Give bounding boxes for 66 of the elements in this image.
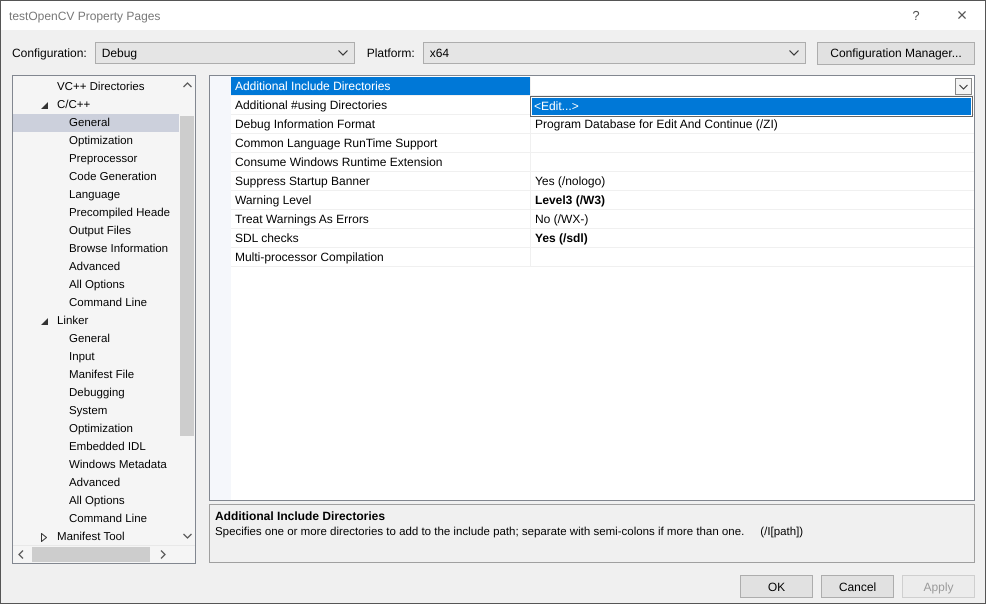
tree-item[interactable]: Debugging	[13, 384, 179, 402]
tree-item[interactable]: Manifest File	[13, 366, 179, 384]
tree-item[interactable]: Browse Information	[13, 240, 179, 258]
property-name[interactable]: Warning Level	[231, 191, 531, 209]
tree-item[interactable]: Optimization	[13, 132, 179, 150]
dropdown-button-icon[interactable]	[955, 78, 972, 95]
expanded-arrow-icon[interactable]	[41, 318, 48, 324]
switch-text: (/I[path])	[760, 526, 804, 538]
property-name[interactable]: SDL checks	[231, 229, 531, 247]
property-value: Level3 (/W3)	[535, 192, 606, 209]
configuration-label: Configuration:	[12, 46, 87, 60]
dropdown-option[interactable]: <Edit...>	[532, 98, 971, 115]
tree-item[interactable]: System	[13, 402, 179, 420]
collapsed-arrow-icon[interactable]	[41, 532, 47, 542]
tree-item[interactable]: Linker	[13, 312, 179, 330]
property-value: Yes (/nologo)	[535, 173, 606, 190]
scroll-up-icon[interactable]	[182, 82, 192, 88]
scroll-left-icon[interactable]	[18, 550, 24, 559]
tree-item[interactable]: Advanced	[13, 258, 179, 276]
platform-label: Platform:	[366, 46, 415, 60]
close-button[interactable]: ×	[939, 1, 985, 30]
tree-item[interactable]: Code Generation	[13, 168, 179, 186]
scroll-down-icon[interactable]	[182, 533, 192, 539]
window-title: testOpenCV Property Pages	[9, 8, 162, 22]
tree-item[interactable]: Output Files	[13, 222, 179, 240]
tree-item[interactable]: General	[13, 114, 179, 132]
platform-dropdown[interactable]: x64	[422, 42, 806, 64]
description-title: Additional Include Directories	[215, 509, 386, 523]
tree-item[interactable]: Command Line	[13, 510, 179, 528]
tree-item[interactable]: VC++ Directories	[13, 78, 179, 96]
tree-item[interactable]: Windows Metadata	[13, 456, 179, 474]
horizontal-scrollbar[interactable]	[13, 545, 195, 563]
tree-item[interactable]: All Options	[13, 276, 179, 294]
tree-item[interactable]: Embedded IDL	[13, 438, 179, 456]
scroll-right-icon[interactable]	[160, 550, 166, 559]
property-value: Yes (/sdl)	[535, 230, 588, 247]
property-name[interactable]: Consume Windows Runtime Extension	[231, 153, 531, 171]
tree-item[interactable]: Optimization	[13, 420, 179, 438]
tree-item[interactable]: Precompiled Heade	[13, 204, 179, 222]
tree-item[interactable]: All Options	[13, 492, 179, 510]
tree-item[interactable]: Command Line	[13, 294, 179, 312]
property-value: No (/WX-)	[535, 211, 588, 228]
property-name[interactable]: Suppress Startup Banner	[231, 172, 531, 190]
property-name[interactable]: Treat Warnings As Errors	[231, 210, 531, 228]
tree-item[interactable]: Language	[13, 186, 179, 204]
tree-item[interactable]: C/C++	[13, 96, 179, 114]
property-name[interactable]: Multi-processor Compilation	[231, 248, 531, 266]
configuration-dropdown[interactable]: Debug	[94, 42, 355, 64]
property-name[interactable]: Common Language RunTime Support	[231, 134, 531, 152]
chevron-down-icon	[789, 50, 799, 56]
help-button[interactable]: ?	[893, 1, 939, 30]
tree-item[interactable]: General	[13, 330, 179, 348]
tree-item[interactable]: Preprocessor	[13, 150, 179, 168]
dialog-button[interactable]: OK	[740, 575, 813, 598]
chevron-down-icon	[338, 50, 348, 56]
tree-item[interactable]: Advanced	[13, 474, 179, 492]
scrollbar-thumb[interactable]	[180, 116, 194, 436]
expanded-arrow-icon[interactable]	[41, 102, 48, 108]
property-value: Program Database for Edit And Continue (/ZI)	[535, 116, 778, 133]
description-text: Specifies one or more directories to add to the include path; separate with semi-colons if more than one.	[215, 526, 744, 538]
property-name[interactable]: Additional Include Directories	[231, 77, 531, 95]
scrollbar-thumb[interactable]	[32, 547, 150, 562]
configuration-manager-button[interactable]: Configuration Manager...	[817, 42, 975, 64]
tree-item[interactable]: Manifest Tool	[13, 528, 179, 545]
dialog-button[interactable]: Cancel	[821, 575, 894, 598]
tree-item[interactable]: Input	[13, 348, 179, 366]
